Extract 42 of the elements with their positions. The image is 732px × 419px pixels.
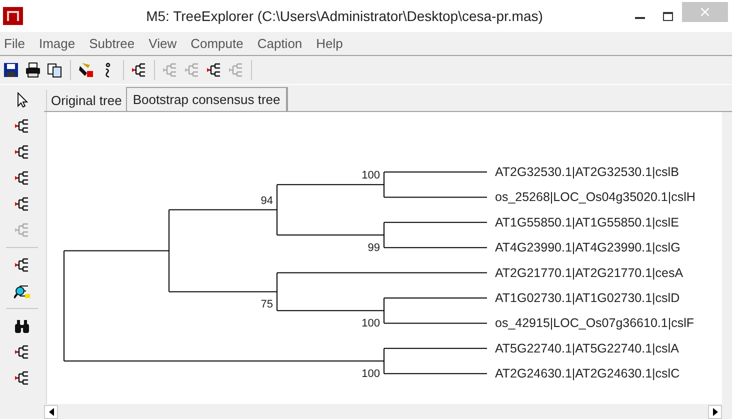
horizontal-scrollbar[interactable]: [44, 404, 722, 419]
save-icon[interactable]: [3, 62, 19, 78]
tree-icon[interactable]: [14, 170, 30, 186]
tree-icon[interactable]: [14, 344, 30, 360]
bootstrap-value: 100: [362, 368, 380, 380]
bootstrap-value: 100: [362, 318, 380, 330]
menu-item[interactable]: Help: [316, 34, 343, 54]
menu-item[interactable]: Compute: [190, 34, 244, 54]
bootstrap-value: 100: [362, 170, 380, 182]
taxon-label: AT5G22740.1|AT5G22740.1|cslA: [495, 341, 679, 356]
tree-icon[interactable]: [14, 144, 30, 160]
bootstrap-value: 75: [260, 298, 273, 311]
scroll-right-icon[interactable]: [712, 408, 718, 416]
window-title: M5: TreeExplorer (C:\Users\Administrator\Desktop\cesa-pr.mas): [146, 6, 543, 26]
menu-item[interactable]: File: [4, 34, 25, 54]
tree-icon[interactable]: [14, 118, 30, 134]
binoculars-icon[interactable]: [14, 318, 30, 334]
magnifier-icon[interactable]: [14, 283, 30, 299]
taxon-label: os_25268|LOC_Os04g35020.1|cslH: [495, 190, 696, 204]
copy-icon[interactable]: [47, 62, 63, 78]
tree-icon[interactable]: [131, 62, 147, 78]
app-logo-icon: [3, 7, 23, 25]
taxon-label: AT4G23990.1|AT4G23990.1|cslG: [495, 240, 680, 255]
tree-icon[interactable]: [14, 196, 30, 212]
tree-icon[interactable]: [206, 62, 222, 78]
menu-item[interactable]: Image: [38, 34, 76, 54]
taxon-label: AT2G24630.1|AT2G24630.1|cslC: [495, 366, 680, 381]
scroll-left-icon[interactable]: [48, 408, 54, 416]
printer-icon[interactable]: [25, 62, 41, 78]
bootstrap-value: 99: [368, 242, 380, 254]
taxon-label: AT2G32530.1|AT2G32530.1|cslB: [495, 165, 679, 179]
taxon-label: AT2G21770.1|AT2G21770.1|cesA: [495, 266, 684, 280]
tab[interactable]: Bootstrap consensus tree: [126, 87, 288, 111]
tree-icon[interactable]: [14, 257, 30, 273]
taxon-label: os_42915|LOC_Os07g36610.1|cslF: [495, 316, 694, 330]
menu-item[interactable]: Caption: [257, 34, 302, 54]
menu-item[interactable]: View: [148, 34, 177, 54]
tree-icon[interactable]: [14, 370, 30, 386]
menu-item[interactable]: Subtree: [89, 34, 135, 54]
bootstrap-value: 94: [260, 194, 273, 207]
taxon-label: AT1G02730.1|AT1G02730.1|cslD: [495, 291, 680, 305]
taxon-label: AT1G55850.1|AT1G55850.1|cslE: [495, 215, 679, 230]
